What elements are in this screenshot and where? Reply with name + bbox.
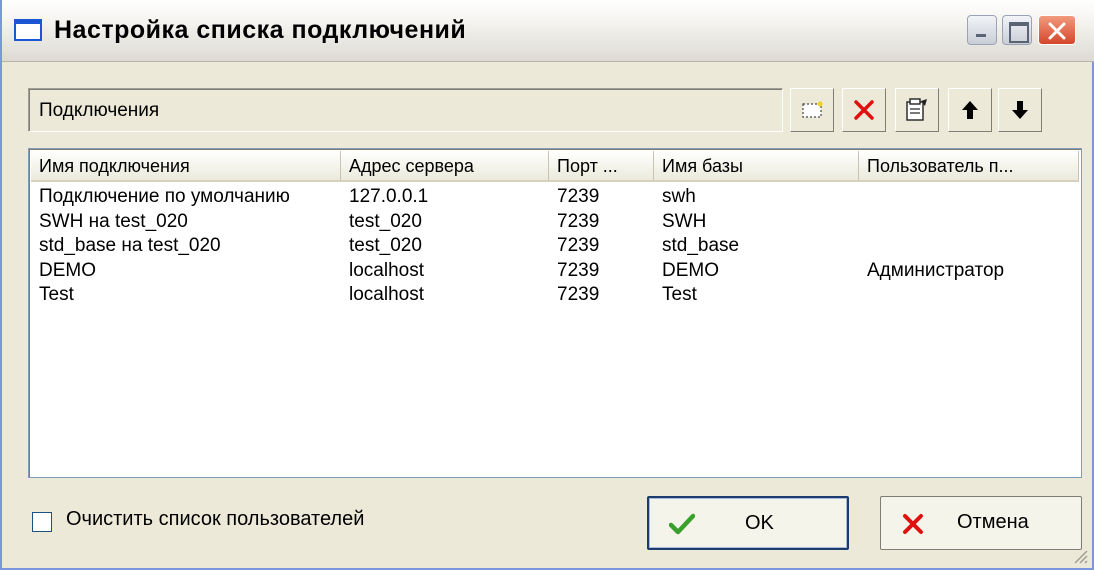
list-row[interactable]: Test localhost 7239 Test <box>31 283 1079 308</box>
list-header: Имя подключения Адрес сервера Порт ... И… <box>31 151 1079 182</box>
cell-database-name: Test <box>662 284 697 305</box>
cell-server-address: localhost <box>349 284 424 305</box>
section-label: Подключения <box>39 100 160 121</box>
cell-connection-name: SWH на test_020 <box>39 210 188 232</box>
column-header-user[interactable]: Пользователь п... <box>859 151 1079 182</box>
cell-user: Администратор <box>867 259 1005 281</box>
close-button[interactable] <box>1038 15 1076 45</box>
red-x-icon <box>903 514 923 534</box>
cell-port: 7239 <box>557 186 600 207</box>
move-up-button[interactable] <box>948 88 992 132</box>
window-title: Настройка списка подключений <box>54 16 467 44</box>
section-header: Подключения <box>28 88 783 132</box>
title-bar[interactable]: Настройка списка подключений <box>2 0 1094 62</box>
cell-port: 7239 <box>557 284 600 305</box>
cell-connection-name: std_base на test_020 <box>39 235 221 256</box>
cell-user <box>859 185 1079 210</box>
arrow-up-icon <box>962 101 978 119</box>
clear-users-checkbox[interactable] <box>32 512 52 532</box>
resize-grip-icon[interactable] <box>1070 546 1088 564</box>
ok-button-label: OK <box>745 512 774 534</box>
list-body: Подключение по умолчанию 127.0.0.1 7239 … <box>31 185 1079 308</box>
column-header-connection-name[interactable]: Имя подключения <box>31 151 341 182</box>
ok-button[interactable]: OK <box>647 496 849 550</box>
cell-user <box>859 234 1079 259</box>
cell-database-name: DEMO <box>662 259 719 281</box>
cell-server-address: 127.0.0.1 <box>349 186 429 207</box>
cell-server-address: test_020 <box>349 210 422 232</box>
cell-user <box>859 210 1079 235</box>
window-icon <box>14 19 42 41</box>
column-header-server-address[interactable]: Адрес сервера <box>341 151 549 182</box>
arrow-down-icon <box>1012 101 1028 119</box>
cell-connection-name: Test <box>39 284 74 305</box>
cell-port: 7239 <box>557 235 600 256</box>
column-header-database-name[interactable]: Имя базы <box>654 151 859 182</box>
connection-properties-button[interactable] <box>895 88 939 132</box>
delete-connection-button[interactable] <box>842 88 886 132</box>
list-row[interactable]: Подключение по умолчанию 127.0.0.1 7239 … <box>31 185 1079 210</box>
maximize-button[interactable] <box>1002 15 1032 45</box>
red-x-icon <box>854 100 874 120</box>
close-icon <box>1048 22 1066 40</box>
new-item-icon <box>802 101 823 118</box>
cell-user <box>859 283 1079 308</box>
cell-database-name: SWH <box>662 210 707 232</box>
move-down-button[interactable] <box>998 88 1042 132</box>
cell-port: 7239 <box>557 259 600 281</box>
cell-port: 7239 <box>557 210 600 232</box>
list-row[interactable]: std_base на test_020 test_020 7239 std_b… <box>31 234 1079 259</box>
clear-users-label[interactable]: Очистить список пользователей <box>66 508 364 531</box>
cell-database-name: std_base <box>662 235 740 256</box>
dialog-window: Настройка списка подключений Подключения <box>0 0 1094 570</box>
column-header-port[interactable]: Порт ... <box>549 151 654 182</box>
minimize-button[interactable] <box>967 15 997 45</box>
cell-server-address: test_020 <box>349 235 422 256</box>
list-row[interactable]: SWH на test_020 test_020 7239 SWH <box>31 210 1079 235</box>
list-row[interactable]: DEMO localhost 7239 DEMO Администратор <box>31 259 1079 284</box>
cell-server-address: localhost <box>349 259 424 281</box>
checkmark-icon <box>669 513 695 535</box>
cell-connection-name: DEMO <box>39 259 96 281</box>
cancel-button[interactable]: Отмена <box>880 496 1082 550</box>
toolbar: Подключения <box>28 88 1082 134</box>
connections-list[interactable]: Имя подключения Адрес сервера Порт ... И… <box>28 148 1082 478</box>
cancel-button-label: Отмена <box>957 511 1029 533</box>
cell-connection-name: Подключение по умолчанию <box>39 186 290 207</box>
new-connection-button[interactable] <box>790 88 834 132</box>
properties-icon <box>906 98 927 121</box>
cell-database-name: swh <box>662 186 696 207</box>
